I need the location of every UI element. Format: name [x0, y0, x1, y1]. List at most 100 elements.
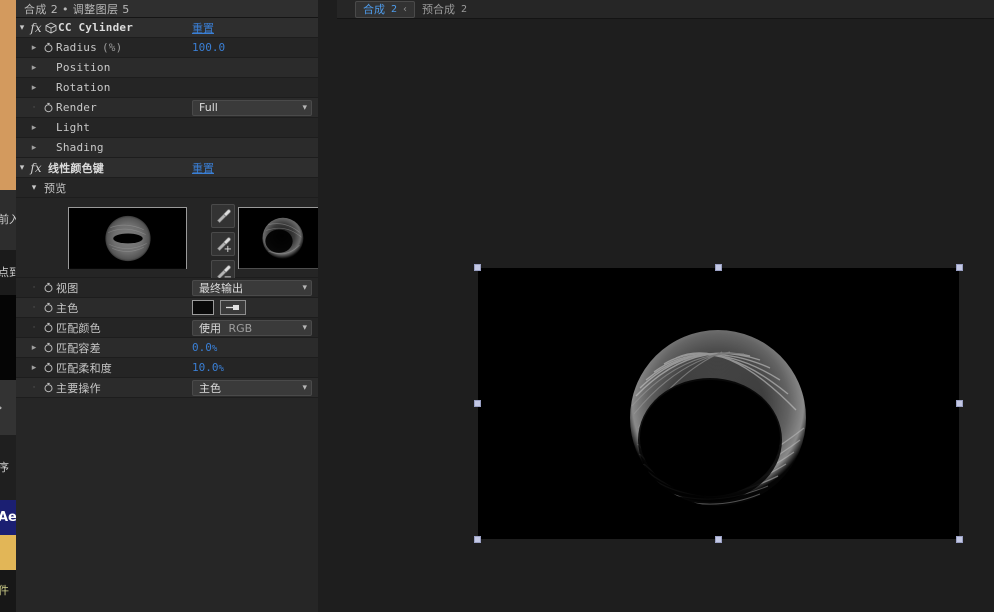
stopwatch-icon[interactable]	[40, 322, 56, 333]
twirl-right-icon[interactable]: ▸	[28, 123, 40, 133]
property-row-position[interactable]: ▸ Position	[16, 58, 318, 78]
property-row-key-operation[interactable]: · 主要操作 主色 ▾	[16, 378, 318, 398]
composition-frame[interactable]	[474, 264, 963, 543]
property-row-key-color[interactable]: · 主色	[16, 298, 318, 318]
selection-handle-middle-right[interactable]	[956, 400, 963, 407]
background-strip-text: 前入	[0, 213, 16, 226]
property-label-view: 视图	[56, 281, 79, 295]
fx-icon: fx	[30, 20, 42, 35]
twirl-right-icon[interactable]: ▸	[28, 143, 40, 153]
property-value-match-tolerance[interactable]: 0.0%	[192, 341, 217, 354]
selection-handle-bottom-center[interactable]	[715, 536, 722, 543]
effect-header-cc-cylinder[interactable]: ▾ fx CC Cylinder 重置	[16, 18, 318, 38]
dropdown-key-operation[interactable]: 主色 ▾	[192, 379, 312, 396]
property-label-render: Render	[56, 101, 97, 114]
property-row-match-colors[interactable]: · 匹配颜色 使用 RGB ▾	[16, 318, 318, 338]
selection-handle-bottom-left[interactable]	[474, 536, 481, 543]
twirl-right-icon[interactable]: ▸	[28, 363, 40, 373]
reset-link-linear-color-key[interactable]: 重置	[192, 160, 214, 176]
tab-composition-2[interactable]: 合成 2 ‹	[355, 0, 416, 18]
twirl-right-icon[interactable]: ▸	[28, 63, 40, 73]
tab-label: 合成	[363, 3, 385, 16]
stopwatch-icon[interactable]	[40, 102, 56, 113]
twirl-down-icon[interactable]: ▾	[28, 183, 40, 193]
background-strip-band	[0, 535, 16, 570]
property-label-match-tolerance: 匹配容差	[56, 341, 101, 355]
selection-handle-bottom-right[interactable]	[956, 536, 963, 543]
chevron-left-icon[interactable]: ‹	[403, 4, 407, 15]
reset-link-cc-cylinder[interactable]: 重置	[192, 20, 214, 36]
selection-handle-top-left[interactable]	[474, 264, 481, 271]
property-label-key-color: 主色	[56, 301, 79, 315]
property-unit-radius: (%)	[101, 41, 123, 54]
effect-controls-panel: 合成 2 • 调整图层 5 ▾ fx CC Cylinder 重置 ▸ Radi…	[16, 0, 318, 612]
stopwatch-icon[interactable]	[40, 302, 56, 313]
result-preview-thumbnail[interactable]	[238, 207, 318, 269]
property-bullet-icon: ·	[32, 382, 36, 393]
property-value-radius[interactable]: 100.0	[192, 41, 225, 54]
twirl-right-icon[interactable]: ▸	[28, 43, 40, 53]
tab-number: 2	[461, 3, 468, 15]
tab-precomposition-2[interactable]: 预合成 2	[415, 1, 474, 18]
background-strip-band: 点到	[0, 250, 16, 295]
dropdown-value-key-operation: 主色	[199, 381, 221, 395]
twirl-right-icon[interactable]: ▸	[28, 83, 40, 93]
stopwatch-icon[interactable]	[40, 362, 56, 373]
property-value-match-softness[interactable]: 10.0%	[192, 361, 224, 374]
preview-group-header[interactable]: ▾ 预览	[16, 178, 318, 198]
property-row-light[interactable]: ▸ Light	[16, 118, 318, 138]
twirl-down-icon[interactable]: ▾	[16, 163, 28, 173]
property-label-match-softness: 匹配柔和度	[56, 361, 112, 375]
tab-number: 2	[391, 3, 398, 15]
property-label-position: Position	[56, 61, 111, 74]
selection-handle-top-center[interactable]	[715, 264, 722, 271]
property-row-match-softness[interactable]: ▸ 匹配柔和度 10.0%	[16, 358, 318, 378]
stopwatch-icon[interactable]	[40, 342, 56, 353]
property-row-match-tolerance[interactable]: ▸ 匹配容差 0.0%	[16, 338, 318, 358]
property-row-rotation[interactable]: ▸ Rotation	[16, 78, 318, 98]
twirl-down-icon[interactable]: ▾	[16, 23, 28, 33]
stopwatch-icon[interactable]	[40, 382, 56, 393]
property-row-render[interactable]: · Render Full ▾	[16, 98, 318, 118]
property-bullet-icon: ·	[32, 282, 36, 293]
key-color-swatch[interactable]	[192, 300, 214, 315]
effect-name-cc-cylinder: CC Cylinder	[58, 21, 134, 34]
effect-name-linear-color-key: 线性颜色键	[48, 161, 104, 175]
preview-group-label: 预览	[44, 181, 67, 195]
twirl-right-icon[interactable]: ▸	[28, 343, 40, 353]
property-bullet-icon: ·	[32, 322, 36, 333]
background-strip-band: Ae	[0, 500, 16, 535]
composition-stage[interactable]	[337, 19, 994, 612]
background-strip-band: 件	[0, 570, 16, 612]
property-row-shading[interactable]: ▸ Shading	[16, 138, 318, 158]
composition-tab-bar: 合成 2 ‹ 预合成 2	[337, 0, 994, 19]
key-color-eyedropper[interactable]	[211, 204, 235, 228]
chevron-down-icon: ▾	[302, 322, 307, 333]
dropdown-render[interactable]: Full ▾	[192, 99, 312, 116]
background-strip-text: 点到	[0, 265, 16, 279]
dropdown-match-colors[interactable]: 使用 RGB ▾	[192, 319, 312, 336]
property-label-light: Light	[56, 121, 91, 134]
selection-handle-top-right[interactable]	[956, 264, 963, 271]
property-row-view[interactable]: · 视图 最终输出 ▾	[16, 278, 318, 298]
dropdown-view[interactable]: 最终输出 ▾	[192, 279, 312, 296]
stopwatch-icon[interactable]	[40, 42, 56, 53]
key-color-picker-button[interactable]	[220, 300, 246, 315]
property-row-radius[interactable]: ▸ Radius (%) 100.0	[16, 38, 318, 58]
effect-header-linear-color-key[interactable]: ▾ fx 线性颜色键 重置	[16, 158, 318, 178]
selection-handle-middle-left[interactable]	[474, 400, 481, 407]
add-color-eyedropper[interactable]: +	[211, 232, 235, 256]
property-label-rotation: Rotation	[56, 81, 111, 94]
preview-block: + −	[16, 198, 318, 284]
background-strip-text: 序	[0, 460, 9, 474]
chevron-down-icon: ▾	[302, 282, 307, 293]
source-preview-thumbnail[interactable]	[68, 207, 187, 269]
effect-controls-header-label: 合成 2 • 调整图层 5	[24, 2, 130, 16]
background-strip-text: 件	[0, 584, 9, 597]
background-strip-text: Ae	[0, 509, 16, 525]
background-strip-band	[0, 295, 16, 380]
stopwatch-icon[interactable]	[40, 282, 56, 293]
background-strip-band: 前入	[0, 190, 16, 250]
property-label-match-colors: 匹配颜色	[56, 321, 101, 335]
background-strip-band: 序	[0, 435, 16, 500]
